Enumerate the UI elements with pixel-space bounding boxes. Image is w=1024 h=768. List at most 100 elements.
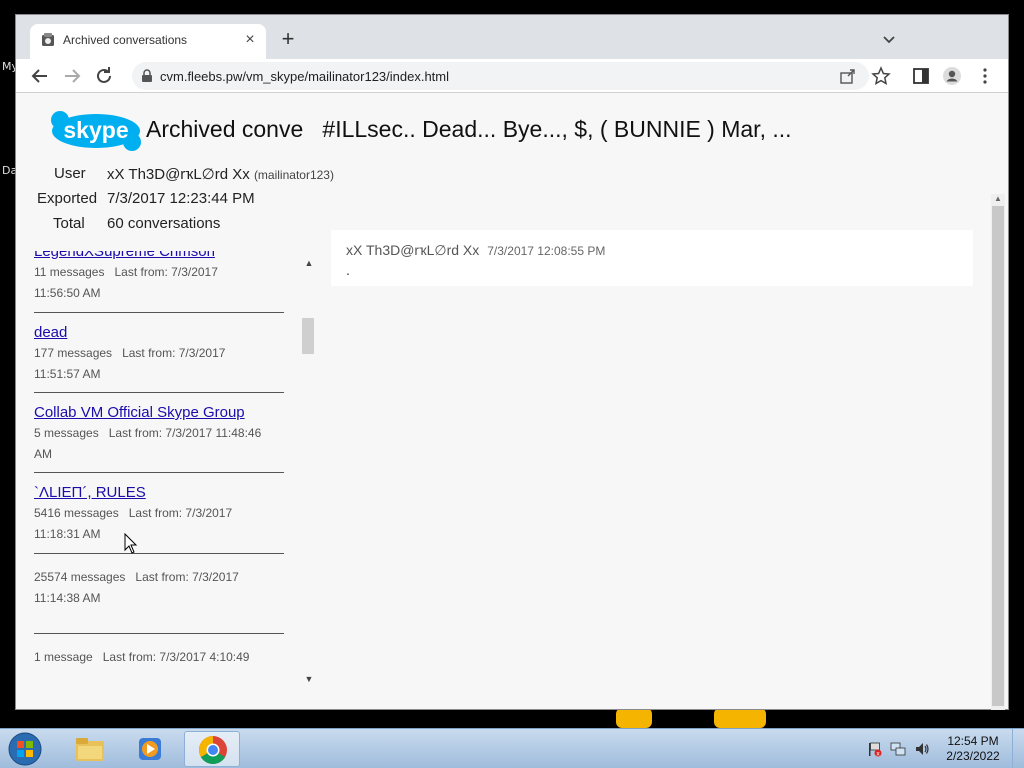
network-icon[interactable]: [890, 741, 906, 757]
new-tab-button[interactable]: +: [275, 27, 301, 53]
show-desktop-button[interactable]: [1012, 729, 1024, 768]
last-from: Last from: 7/3/2017 4:10:49: [102, 650, 250, 664]
last-from: Last from: 7/3/2017: [135, 570, 239, 584]
chrome-icon: [199, 736, 227, 764]
divider: [34, 472, 284, 473]
conversation-meta: 25574 messages Last from: 7/3/2017 11:14…: [34, 567, 286, 609]
user-value: xX Th3D@rҡL∅rԁ Xx (mailinator123): [107, 165, 334, 183]
divider: [34, 312, 284, 313]
message-count: 5 messages: [34, 426, 99, 440]
list-item[interactable]: 1 message Last from: 7/3/2017 4:10:49: [34, 645, 286, 668]
skype-logo: skype: [51, 111, 141, 151]
clock-date: 2/23/2022: [946, 749, 1000, 763]
message-timestamp: 7/3/2017 12:08:55 PM: [487, 244, 606, 258]
desktop: My Da ▁ ▢ ✕ Archived conversations × +: [0, 0, 1024, 768]
volume-icon[interactable]: [914, 741, 930, 757]
total-value: 60 conversations: [107, 215, 221, 232]
message-header: xX Th3D@rҡL∅rԁ Xx 7/3/2017 12:08:55 PM: [346, 242, 605, 259]
side-panel-icon[interactable]: [911, 66, 931, 86]
taskbar-media-player[interactable]: [122, 731, 178, 767]
page-scroll-up-icon[interactable]: ▲: [993, 194, 1003, 204]
list-scrollbar-thumb[interactable]: [302, 318, 314, 354]
user-account-id: (mailinator123): [253, 168, 334, 182]
url-text: cvm.fleebs.pw/vm_skype/mailinator123/ind…: [160, 69, 450, 84]
exported-label: Exported: [37, 190, 98, 207]
lock-icon[interactable]: [140, 69, 154, 83]
skype-logo-text: skype: [63, 117, 128, 143]
last-from: Last from: 7/3/2017: [128, 506, 233, 520]
total-label: Total: [53, 215, 85, 232]
last-time: AM: [34, 447, 52, 461]
last-from: Last from: 7/3/2017: [114, 265, 218, 279]
mouse-cursor-icon: [124, 533, 138, 554]
page-content: skype Archived conve #ILLsec.. Dead... B…: [16, 94, 1008, 710]
divider: [34, 633, 284, 634]
tab-title: Archived conversations: [63, 33, 188, 47]
list-item[interactable]: Collab VM Official Skype Group 5 message…: [34, 404, 286, 465]
tab-search-chevron-icon[interactable]: [879, 29, 899, 49]
page-title: Archived conve #ILLsec.. Dead... Bye...,…: [146, 116, 792, 142]
last-time: 11:51:57 AM: [34, 367, 101, 381]
conversation-meta: 11 messages Last from: 7/3/2017 11:56:50…: [34, 262, 286, 304]
list-scroll-down-icon[interactable]: ▼: [304, 674, 314, 684]
divider: [34, 553, 284, 554]
page-scrollbar-thumb[interactable]: [992, 206, 1004, 706]
tab-close-icon[interactable]: ×: [240, 30, 260, 50]
conversation-link[interactable]: dead: [34, 324, 286, 341]
conversation-list[interactable]: LegendXSupreme Crimson 11 messages Last …: [34, 251, 314, 681]
browser-window: ▁ ▢ ✕ Archived conversations × +: [15, 14, 1009, 710]
message-body: .: [346, 262, 350, 278]
desktop-wallpaper-detail-2: [714, 708, 766, 728]
list-item[interactable]: dead 177 messages Last from: 7/3/2017 11…: [34, 324, 286, 385]
divider: [34, 392, 284, 393]
system-clock[interactable]: 12:54 PM 2/23/2022: [936, 734, 1010, 764]
message-count: 25574 messages: [34, 570, 126, 584]
folder-icon: [76, 738, 104, 761]
media-player-icon: [139, 738, 161, 760]
conversation-meta: 5416 messages Last from: 7/3/2017 11:18:…: [34, 503, 286, 545]
svg-text:x: x: [876, 751, 880, 758]
conversation-link[interactable]: `ΛLIEΠ´, RULES: [34, 484, 286, 501]
address-bar[interactable]: cvm.fleebs.pw/vm_skype/mailinator123/ind…: [132, 62, 869, 90]
message-count: 177 messages: [34, 346, 113, 360]
message-count: 11 messages: [34, 265, 105, 279]
message-count: 1 message: [34, 650, 93, 664]
message-card: xX Th3D@rҡL∅rԁ Xx 7/3/2017 12:08:55 PM .: [331, 230, 973, 286]
list-item[interactable]: LegendXSupreme Crimson 11 messages Last …: [34, 251, 286, 304]
last-time: 11:18:31 AM: [34, 527, 101, 541]
tab-archived-conversations[interactable]: Archived conversations ×: [30, 24, 266, 59]
last-time: 11:14:38 AM: [34, 591, 101, 605]
taskbar-chrome[interactable]: [184, 731, 240, 767]
list-scroll-up-icon[interactable]: ▲: [304, 258, 314, 268]
conversation-meta: 177 messages Last from: 7/3/2017 11:51:5…: [34, 343, 286, 385]
message-count: 5416 messages: [34, 506, 119, 520]
conversation-meta: 1 message Last from: 7/3/2017 4:10:49: [34, 647, 286, 668]
message-author: xX Th3D@rҡL∅rԁ Xx: [346, 242, 480, 258]
reload-icon[interactable]: [92, 64, 116, 88]
list-item[interactable]: `ΛLIEΠ´, RULES 5416 messages Last from: …: [34, 484, 286, 545]
taskbar-explorer[interactable]: [62, 731, 118, 767]
conversation-meta: 5 messages Last from: 7/3/2017 11:48:46 …: [34, 423, 286, 465]
page-scrollbar[interactable]: ▲: [991, 194, 1005, 710]
exported-value: 7/3/2017 12:23:44 PM: [107, 190, 255, 207]
profile-avatar-icon[interactable]: [942, 66, 962, 86]
conversation-link[interactable]: LegendXSupreme Crimson: [34, 251, 286, 260]
user-name: xX Th3D@rҡL∅rԁ Xx: [107, 166, 250, 183]
last-from: Last from: 7/3/2017 11:48:46: [108, 426, 262, 440]
skype-archive-favicon-icon: [42, 33, 54, 46]
clock-time: 12:54 PM: [947, 734, 999, 748]
share-icon[interactable]: [839, 67, 857, 85]
bookmark-star-icon[interactable]: [871, 66, 891, 86]
desktop-wallpaper-detail: [616, 708, 652, 728]
conversation-link[interactable]: Collab VM Official Skype Group: [34, 404, 286, 421]
browser-toolbar: cvm.fleebs.pw/vm_skype/mailinator123/ind…: [16, 59, 1008, 93]
more-menu-icon[interactable]: [975, 66, 995, 86]
taskbar: x 12:54 PM 2/23/2022: [0, 728, 1024, 768]
last-from: Last from: 7/3/2017: [122, 346, 226, 360]
action-center-flag-icon[interactable]: x: [866, 741, 882, 757]
tab-strip: Archived conversations × +: [16, 15, 1008, 59]
forward-icon[interactable]: [60, 64, 84, 88]
back-icon[interactable]: [28, 64, 52, 88]
list-item[interactable]: 25574 messages Last from: 7/3/2017 11:14…: [34, 565, 286, 609]
start-orb-icon[interactable]: [6, 731, 44, 767]
